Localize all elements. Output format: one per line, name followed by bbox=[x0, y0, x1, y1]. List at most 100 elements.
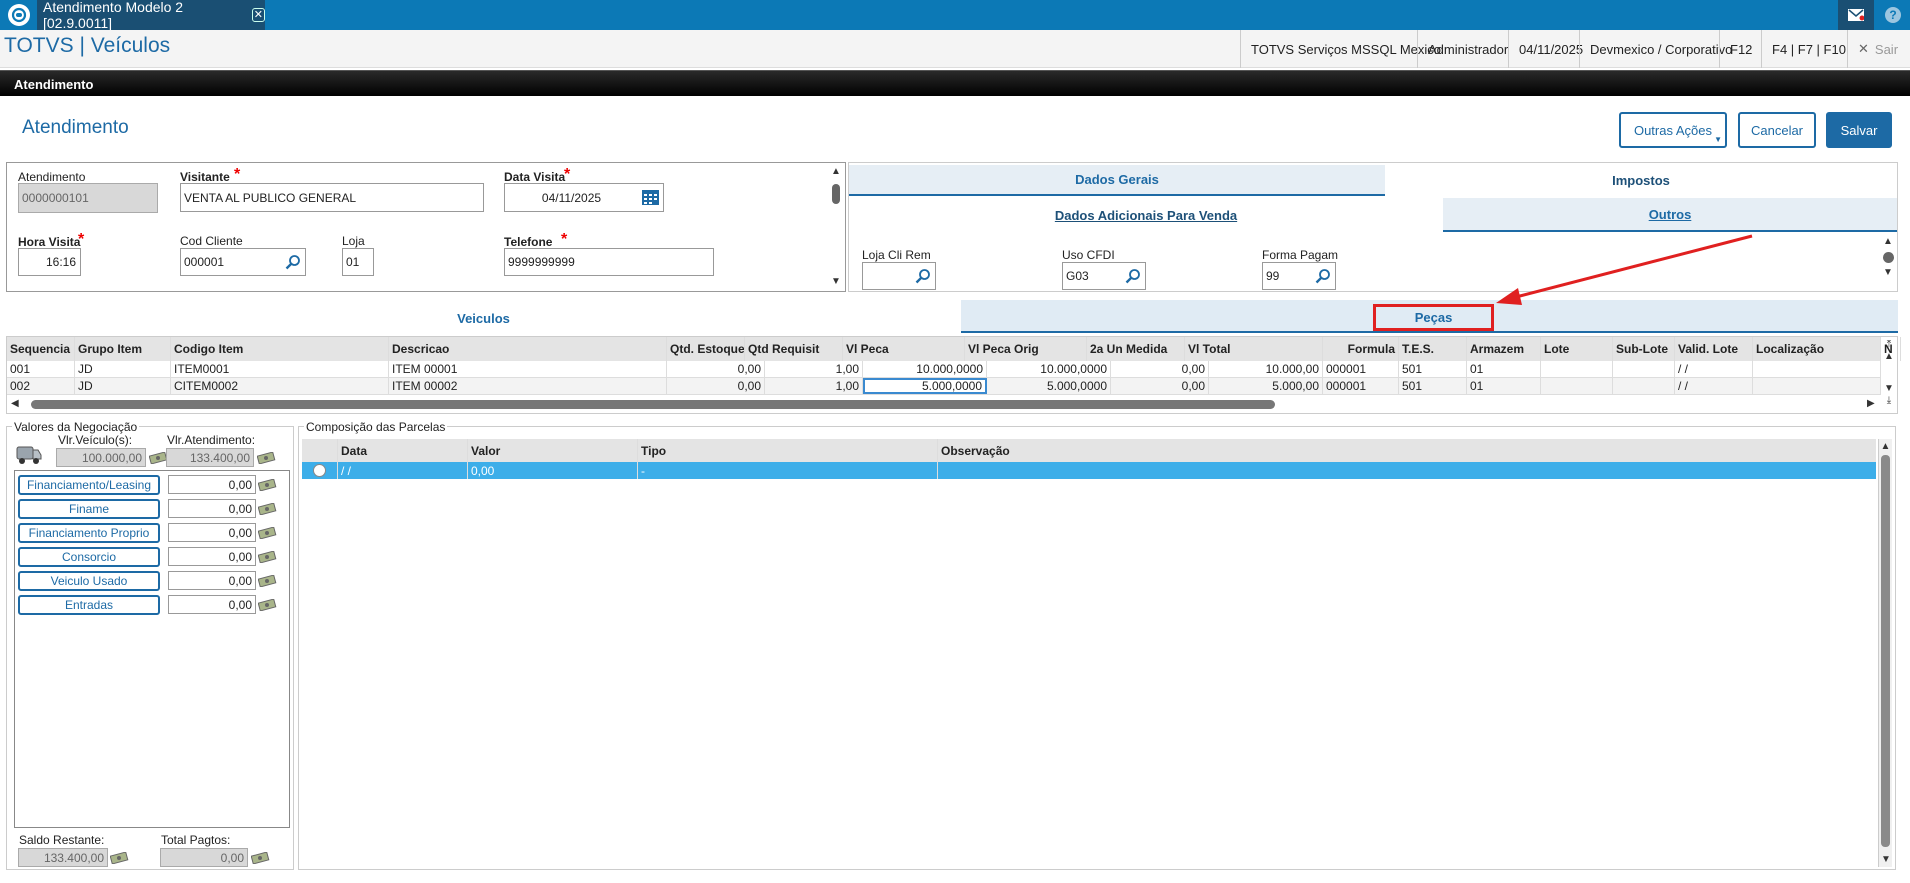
scroll-thumb[interactable] bbox=[31, 400, 1275, 409]
search-icon[interactable] bbox=[285, 254, 301, 270]
scroll-up-icon[interactable]: ▲ bbox=[828, 166, 844, 178]
help-button[interactable]: ? bbox=[1876, 0, 1910, 30]
cancel-button[interactable]: Cancelar bbox=[1738, 112, 1816, 148]
search-icon[interactable] bbox=[1125, 268, 1141, 284]
pecas-highlight-box[interactable]: Peças bbox=[1373, 304, 1494, 331]
column-header[interactable]: T.E.S. bbox=[1399, 337, 1467, 361]
finame-field[interactable]: 0,00 bbox=[168, 499, 256, 518]
visitante-field[interactable]: VENTA AL PUBLICO GENERAL bbox=[180, 183, 484, 212]
column-header[interactable]: Qtd. Estoque bbox=[667, 337, 745, 361]
totvs-logo-icon[interactable] bbox=[8, 4, 30, 26]
scroll-left-icon[interactable]: ◀ bbox=[11, 398, 19, 410]
table-row[interactable]: 002 JD CITEM0002 ITEM 00002 0,00 1,00 5.… bbox=[7, 378, 1881, 395]
column-header[interactable]: Vl Peca Orig bbox=[965, 337, 1087, 361]
cod-cliente-field[interactable]: 000001 bbox=[180, 248, 306, 276]
column-header[interactable]: Tipo bbox=[638, 439, 938, 462]
money-icon[interactable] bbox=[257, 598, 278, 614]
money-icon[interactable] bbox=[256, 451, 277, 467]
window-tab[interactable]: Atendimento Modelo 2 [02.9.0011] ✕ bbox=[37, 0, 265, 31]
column-header[interactable]: Sequencia bbox=[7, 337, 75, 361]
scroll-right-icon[interactable]: ▶ bbox=[1867, 398, 1875, 410]
column-header[interactable]: Armazem bbox=[1467, 337, 1541, 361]
column-header[interactable]: Valor bbox=[468, 439, 638, 462]
consorcio-button[interactable]: Consorcio bbox=[18, 547, 160, 567]
column-header[interactable]: Codigo Item bbox=[171, 337, 389, 361]
search-icon[interactable] bbox=[915, 268, 931, 284]
column-header[interactable]: Descricao bbox=[389, 337, 667, 361]
column-header[interactable]: Vl Total bbox=[1185, 337, 1323, 361]
scroll-up-icon[interactable]: ▲ bbox=[1880, 236, 1896, 248]
cell-vl-peca[interactable]: 10.000,0000 bbox=[863, 361, 987, 377]
form-scrollbar[interactable]: ▲ ▼ bbox=[828, 166, 844, 288]
function-keys-button[interactable]: F4 | F7 | F10 bbox=[1761, 30, 1847, 68]
outros-scrollbar[interactable]: ▲ ▼ bbox=[1880, 236, 1896, 290]
veiculo-usado-button[interactable]: Veiculo Usado bbox=[18, 571, 160, 591]
other-actions-button[interactable]: Outras Ações ▼ bbox=[1619, 112, 1727, 148]
truck-icon[interactable] bbox=[16, 444, 42, 469]
scroll-down-icon[interactable]: ▼ bbox=[828, 276, 844, 288]
column-header[interactable]: Qtd Requisit bbox=[745, 337, 843, 361]
financiamento-leasing-button[interactable]: Financiamento/Leasing bbox=[18, 475, 160, 495]
company-label[interactable]: Devmexico / Corporativo bbox=[1579, 30, 1732, 68]
uso-cfdi-field[interactable]: G03 bbox=[1062, 262, 1146, 290]
column-header[interactable]: Vl Peca bbox=[843, 337, 965, 361]
money-icon[interactable] bbox=[257, 550, 278, 566]
financiamento-leasing-field[interactable]: 0,00 bbox=[168, 475, 256, 494]
envelope-icon[interactable] bbox=[1838, 0, 1874, 30]
column-header[interactable]: Formula bbox=[1323, 337, 1399, 361]
financiamento-proprio-field[interactable]: 0,00 bbox=[168, 523, 256, 542]
scroll-down-icon[interactable]: ▼ bbox=[1880, 267, 1896, 279]
entradas-field[interactable]: 0,00 bbox=[168, 595, 256, 614]
scroll-thumb[interactable] bbox=[1882, 252, 1894, 263]
money-icon[interactable] bbox=[257, 574, 278, 590]
money-icon[interactable] bbox=[257, 526, 278, 542]
tab-outros[interactable]: Outros bbox=[1443, 198, 1897, 232]
f12-button[interactable]: F12 bbox=[1719, 30, 1761, 68]
parcelas-vscrollbar[interactable]: ▲ ▼ bbox=[1878, 439, 1892, 867]
column-header[interactable]: Sub-Lote bbox=[1613, 337, 1675, 361]
column-header[interactable]: Data bbox=[338, 439, 468, 462]
loja-cli-rem-field[interactable] bbox=[862, 262, 936, 290]
scroll-last-icon[interactable]: ⤓ bbox=[1881, 395, 1897, 407]
scroll-down-icon[interactable]: ▼ bbox=[1881, 383, 1897, 395]
scroll-thumb[interactable] bbox=[1881, 455, 1890, 847]
items-hscrollbar[interactable]: ◀ ▶ bbox=[7, 397, 1881, 411]
telefone-field[interactable]: 9999999999 bbox=[504, 248, 714, 276]
table-row[interactable]: / / 0,00 - bbox=[302, 462, 1876, 479]
money-icon[interactable] bbox=[257, 478, 278, 494]
column-header[interactable]: Lote bbox=[1541, 337, 1613, 361]
radio-select[interactable] bbox=[302, 462, 338, 479]
column-header[interactable]: Valid. Lote bbox=[1675, 337, 1753, 361]
column-header[interactable]: 2a Un Medida bbox=[1087, 337, 1185, 361]
money-icon[interactable] bbox=[257, 502, 278, 518]
tab-veiculos[interactable]: Veiculos bbox=[6, 302, 961, 334]
hora-visita-field[interactable]: 16:16 bbox=[18, 248, 81, 276]
search-icon[interactable] bbox=[1315, 268, 1331, 284]
loja-field[interactable]: 01 bbox=[342, 248, 374, 276]
entradas-button[interactable]: Entradas bbox=[18, 595, 160, 615]
exit-button[interactable]: ✕ Sair bbox=[1847, 30, 1910, 68]
money-icon[interactable] bbox=[109, 851, 130, 867]
consorcio-field[interactable]: 0,00 bbox=[168, 547, 256, 566]
atendimento-field[interactable]: 0000000101 bbox=[18, 183, 158, 213]
environment-label[interactable]: TOTVS Serviços MSSQL Mexico bbox=[1240, 30, 1441, 68]
money-icon[interactable] bbox=[250, 851, 271, 867]
scroll-down-icon[interactable]: ▼ bbox=[1879, 854, 1893, 866]
veiculo-usado-field[interactable]: 0,00 bbox=[168, 571, 256, 590]
close-tab-icon[interactable]: ✕ bbox=[251, 8, 265, 22]
column-header[interactable]: Observação bbox=[938, 439, 1876, 462]
scroll-first-icon[interactable]: ⤒ bbox=[1881, 339, 1897, 351]
tab-impostos[interactable]: Impostos bbox=[1385, 165, 1897, 196]
tab-dados-gerais[interactable]: Dados Gerais bbox=[849, 165, 1385, 196]
user-label[interactable]: Administrador bbox=[1417, 30, 1508, 68]
data-visita-field[interactable]: 04/11/2025 bbox=[504, 183, 664, 212]
scroll-up-icon[interactable]: ▲ bbox=[1881, 351, 1897, 363]
items-vscrollbar[interactable]: ⤒ ▲ ▼ ⤓ bbox=[1881, 337, 1897, 413]
financiamento-proprio-button[interactable]: Financiamento Proprio bbox=[18, 523, 160, 543]
column-header[interactable]: Grupo Item bbox=[75, 337, 171, 361]
date-label[interactable]: 04/11/2025 bbox=[1508, 30, 1583, 68]
scroll-up-icon[interactable]: ▲ bbox=[1879, 441, 1892, 453]
cell-vl-peca-editing[interactable]: 5.000,0000 bbox=[863, 378, 987, 394]
forma-pagam-field[interactable]: 99 bbox=[1262, 262, 1336, 290]
finame-button[interactable]: Finame bbox=[18, 499, 160, 519]
